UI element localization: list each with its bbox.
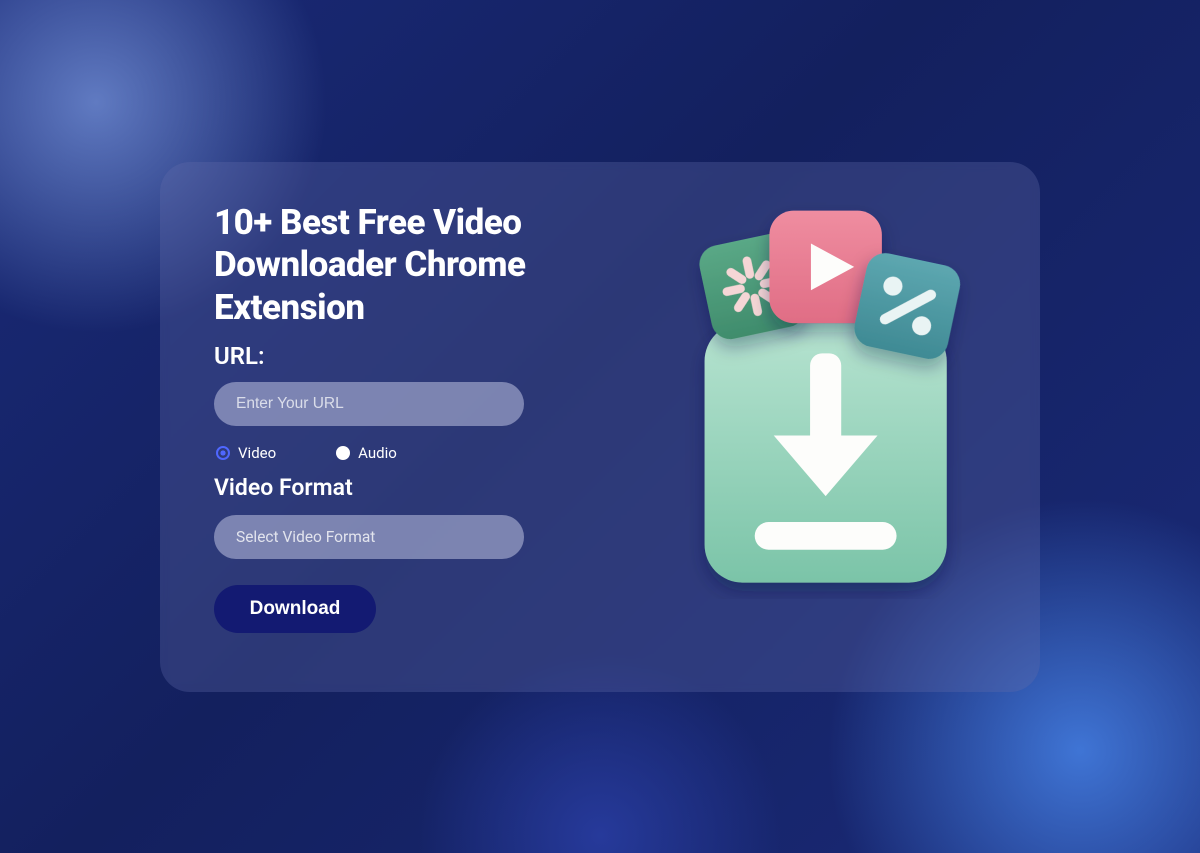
page-title: 10+ Best Free Video Downloader Chrome Ex… xyxy=(214,202,624,330)
hero-illustration xyxy=(644,202,990,652)
radio-audio-label: Audio xyxy=(358,444,397,462)
download-button[interactable]: Download xyxy=(214,585,376,633)
download-art-icon xyxy=(644,202,990,600)
radio-audio[interactable]: Audio xyxy=(336,444,397,462)
downloader-card: 10+ Best Free Video Downloader Chrome Ex… xyxy=(160,162,1040,692)
radio-unselected-icon xyxy=(336,446,350,460)
url-label: URL: xyxy=(214,342,624,370)
format-select[interactable]: Select Video Format xyxy=(214,515,524,559)
media-type-radio-group: Video Audio xyxy=(216,444,624,462)
form-panel: 10+ Best Free Video Downloader Chrome Ex… xyxy=(214,202,624,652)
format-label: Video Format xyxy=(214,474,624,501)
radio-video-label: Video xyxy=(238,444,276,462)
format-select-placeholder: Select Video Format xyxy=(236,528,375,546)
radio-selected-icon xyxy=(216,446,230,460)
radio-video[interactable]: Video xyxy=(216,444,276,462)
url-input[interactable] xyxy=(214,382,524,426)
